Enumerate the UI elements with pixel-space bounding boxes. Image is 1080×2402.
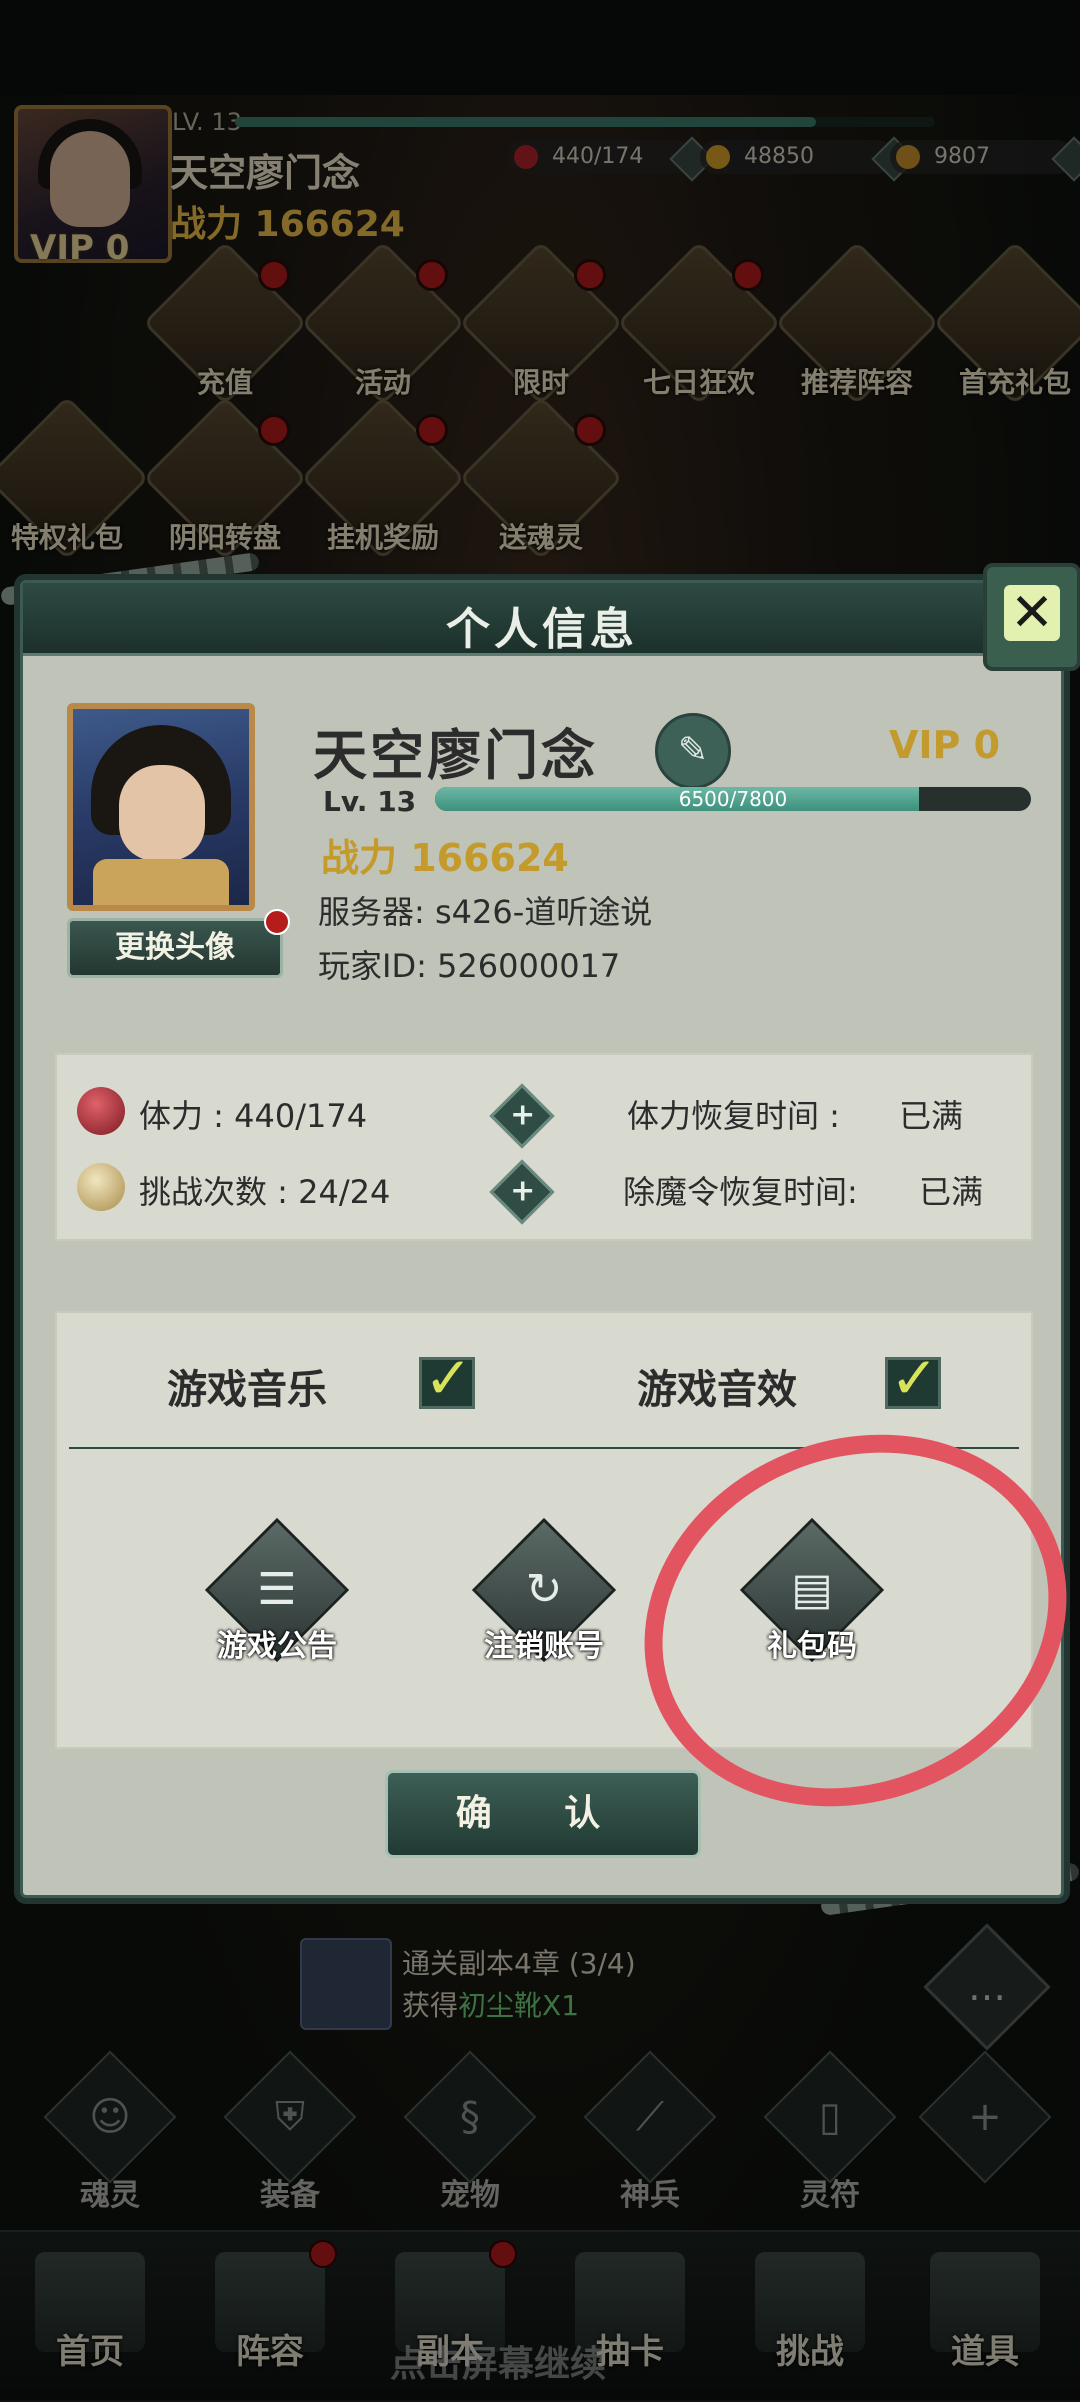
- checkmark-icon: ✓: [424, 1344, 473, 1412]
- demon-recover-label: 除魔令恢复时间:: [623, 1173, 858, 1211]
- logout-button[interactable]: ↻ 注销账号: [449, 1517, 639, 1665]
- announcement-button[interactable]: ☰ 游戏公告: [182, 1517, 372, 1665]
- stamina-recover-label: 体力恢复时间 :: [627, 1097, 840, 1135]
- pencil-icon: ✎: [677, 730, 709, 771]
- add-stamina-button[interactable]: +: [489, 1083, 555, 1149]
- profile-level: Lv. 13: [323, 785, 417, 818]
- music-label: 游戏音乐: [167, 1367, 327, 1413]
- action-label: 注销账号: [484, 1629, 604, 1664]
- portrait-face: [119, 765, 205, 861]
- plus-icon: +: [510, 1097, 536, 1133]
- profile-vip: VIP 0: [889, 723, 1001, 767]
- dialog-header: 个人信息: [23, 583, 1061, 656]
- challenge-count-stat: 挑战次数 : 24/24: [139, 1173, 391, 1211]
- portrait-collar: [93, 859, 229, 905]
- music-checkbox[interactable]: ✓: [419, 1344, 475, 1412]
- add-challenge-button[interactable]: +: [489, 1159, 555, 1225]
- profile-portrait[interactable]: [67, 703, 255, 911]
- edit-name-button[interactable]: ✎: [655, 713, 731, 789]
- dialog-title: 个人信息: [446, 604, 638, 655]
- stamina-recover-value: 已满: [899, 1097, 964, 1135]
- checkmark-icon: ✓: [890, 1344, 939, 1412]
- demon-recover-value: 已满: [919, 1173, 984, 1211]
- profile-name: 天空廖门念: [313, 724, 598, 787]
- change-avatar-label: 更换头像: [115, 930, 235, 965]
- sfx-label: 游戏音效: [637, 1367, 797, 1413]
- profile-server: 服务器: s426-道听途说: [318, 893, 653, 931]
- sfx-checkbox[interactable]: ✓: [885, 1344, 941, 1412]
- profile-exp-bar: 6500/7800: [435, 787, 1031, 811]
- stamina-icon: [77, 1087, 125, 1135]
- challenge-token-icon: [77, 1163, 125, 1211]
- profile-player-id: 玩家ID: 526000017: [318, 947, 621, 985]
- action-label: 游戏公告: [217, 1629, 337, 1664]
- close-icon: ✕: [1004, 585, 1060, 641]
- notification-dot: [264, 909, 290, 935]
- close-button[interactable]: ✕: [983, 563, 1080, 671]
- change-avatar-button[interactable]: 更换头像: [67, 909, 290, 978]
- stamina-stat: 体力 : 440/174: [139, 1097, 368, 1135]
- exp-text: 6500/7800: [678, 787, 788, 811]
- profile-power: 战力 166624: [321, 836, 569, 880]
- plus-icon: +: [510, 1173, 536, 1209]
- stats-panel: 体力 : 440/174 + 体力恢复时间 : 已满 挑战次数 : 24/24 …: [55, 1053, 1033, 1241]
- confirm-button[interactable]: 确 认: [385, 1770, 701, 1858]
